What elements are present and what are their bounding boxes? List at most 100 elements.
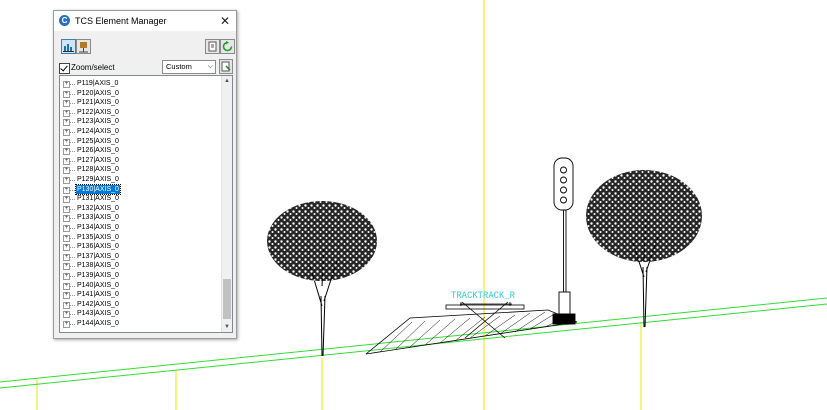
tree-connector [70, 132, 75, 133]
tree-item-label: P127|AXIS_0 [77, 156, 119, 164]
expand-plus-icon[interactable]: + [63, 109, 70, 117]
tree-item[interactable]: + P133|AXIS_0 [60, 213, 220, 223]
expand-plus-icon[interactable]: + [63, 196, 70, 204]
filter-settings-icon [221, 61, 231, 72]
tree-item-label: P140|AXIS_0 [77, 281, 119, 289]
tree-item-label: P126|AXIS_0 [77, 147, 119, 155]
expand-plus-icon[interactable]: + [63, 244, 70, 252]
expand-plus-icon[interactable]: + [63, 263, 70, 271]
tree-item[interactable]: + P130|AXIS_0 [60, 183, 220, 196]
tree-item[interactable]: + P141|AXIS_0 [60, 290, 220, 300]
expand-plus-icon[interactable]: + [63, 90, 70, 98]
tree-connector [70, 237, 75, 239]
tree-right [586, 170, 702, 328]
tree-item[interactable]: + P137|AXIS_0 [60, 252, 220, 262]
signal-view-button[interactable] [76, 39, 91, 54]
title-bar[interactable]: C TCS Element Manager ✕ [54, 11, 236, 31]
tree-item[interactable]: + P128|AXIS_0 [60, 165, 220, 175]
expand-plus-icon[interactable]: + [63, 301, 70, 309]
tree-item-label: P143|AXIS_0 [77, 310, 119, 318]
tree-connector [70, 218, 75, 220]
element-manager-panel: C TCS Element Manager ✕ Zoom/select Cust… [53, 10, 237, 339]
tree-item[interactable]: + P135|AXIS_0 [60, 233, 220, 243]
tree-item[interactable]: + P136|AXIS_0 [60, 242, 220, 252]
expand-plus-icon[interactable]: + [63, 273, 70, 280]
tree-item-label: P134|AXIS_0 [77, 224, 119, 231]
tree-connector [70, 141, 75, 143]
zoom-select-checkbox[interactable] [59, 63, 70, 74]
tree-connector [70, 285, 75, 287]
export-icon [208, 41, 217, 52]
tree-item[interactable]: + P143|AXIS_0 [60, 309, 220, 319]
scroll-up-icon[interactable]: ▲ [222, 76, 232, 86]
tree-item-label: P124|AXIS_0 [77, 128, 119, 135]
expand-plus-icon[interactable]: + [63, 186, 70, 194]
railway-signal [552, 157, 576, 325]
tree-item-label: P135|AXIS_0 [77, 233, 119, 241]
expand-plus-icon[interactable]: + [63, 234, 70, 242]
refresh-button[interactable] [220, 39, 235, 54]
scroll-down-icon[interactable]: ▼ [222, 322, 232, 332]
expand-plus-icon[interactable]: + [63, 292, 70, 300]
expand-plus-icon[interactable]: + [63, 215, 70, 223]
scroll-thumb[interactable] [223, 279, 231, 319]
tree-item-label: P120|AXIS_0 [77, 89, 119, 97]
expand-plus-icon[interactable]: + [63, 177, 70, 184]
expand-plus-icon[interactable]: + [63, 81, 70, 88]
tree-connector [70, 170, 75, 172]
tree-item[interactable]: + P134|AXIS_0 [60, 223, 220, 233]
tree-item[interactable]: + P121|AXIS_0 [60, 98, 220, 108]
expand-plus-icon[interactable]: + [63, 311, 70, 319]
expand-plus-icon[interactable]: + [63, 100, 70, 108]
expand-plus-icon[interactable]: + [63, 282, 70, 290]
tree-item[interactable]: + P127|AXIS_0 [60, 156, 220, 166]
track-label: TRACKTRACK_R [451, 291, 515, 302]
expand-plus-icon[interactable]: + [63, 205, 70, 213]
tree-item[interactable]: + P144|AXIS_0 [60, 319, 220, 329]
tree-item[interactable]: + P120|AXIS_0 [60, 89, 220, 99]
expand-plus-icon[interactable]: + [63, 119, 70, 127]
expand-plus-icon[interactable]: + [63, 148, 70, 156]
tree-item[interactable]: + P138|AXIS_0 [60, 261, 220, 271]
tree-item[interactable]: + P126|AXIS_0 [60, 146, 220, 156]
expand-plus-icon[interactable]: + [63, 157, 70, 165]
tree-left [267, 201, 377, 357]
filter-dropdown[interactable]: Custom ⌵ [162, 60, 216, 74]
tree-scrollbar[interactable]: ▲ ▼ [221, 76, 232, 332]
tree-item[interactable]: + P140|AXIS_0 [60, 281, 220, 291]
expand-plus-icon[interactable]: + [63, 253, 70, 261]
window-title: TCS Element Manager [75, 16, 167, 26]
close-button[interactable]: ✕ [214, 11, 236, 31]
expand-plus-icon[interactable]: + [63, 321, 70, 328]
expand-plus-icon[interactable]: + [63, 138, 70, 146]
tree-connector [70, 324, 75, 325]
tree-item[interactable]: + P132|AXIS_0 [60, 204, 220, 214]
export-button[interactable] [205, 39, 220, 54]
tree-item-label: P130|AXIS_0 [75, 183, 121, 196]
filter-settings-button[interactable] [219, 59, 233, 74]
expand-plus-icon[interactable]: + [63, 129, 70, 136]
tree-item[interactable]: + P129|AXIS_0 [60, 175, 220, 185]
tree-item[interactable]: + P119|AXIS_0 [60, 79, 220, 89]
expand-plus-icon[interactable]: + [63, 167, 70, 175]
tree-connector [70, 93, 75, 95]
tree-item-label: P122|AXIS_0 [77, 108, 119, 116]
track-embankment [365, 301, 578, 355]
tree-connector [70, 256, 75, 258]
tree-item-label: P123|AXIS_0 [77, 118, 119, 126]
terrain-view-button[interactable] [61, 39, 76, 54]
tree-item[interactable]: + P125|AXIS_0 [60, 137, 220, 147]
tree-connector [70, 160, 75, 162]
tree-item[interactable]: + P142|AXIS_0 [60, 300, 220, 310]
tree-item[interactable]: + P139|AXIS_0 [60, 271, 220, 281]
tree-item[interactable]: + P122|AXIS_0 [60, 108, 220, 118]
element-tree[interactable]: + P144|AXIS_0 + P143|AXIS_0 + P142|AXIS_0 + P14… [59, 75, 233, 333]
tree-item[interactable]: + P124|AXIS_0 [60, 127, 220, 137]
tree-item-label: P132|AXIS_0 [77, 204, 119, 212]
signal-view-icon [79, 42, 88, 53]
expand-plus-icon[interactable]: + [63, 225, 70, 232]
tree-item[interactable]: + P123|AXIS_0 [60, 117, 220, 127]
tree-connector [70, 84, 75, 85]
tree-connector [70, 304, 75, 306]
tree-item[interactable]: + P131|AXIS_0 [60, 194, 220, 204]
